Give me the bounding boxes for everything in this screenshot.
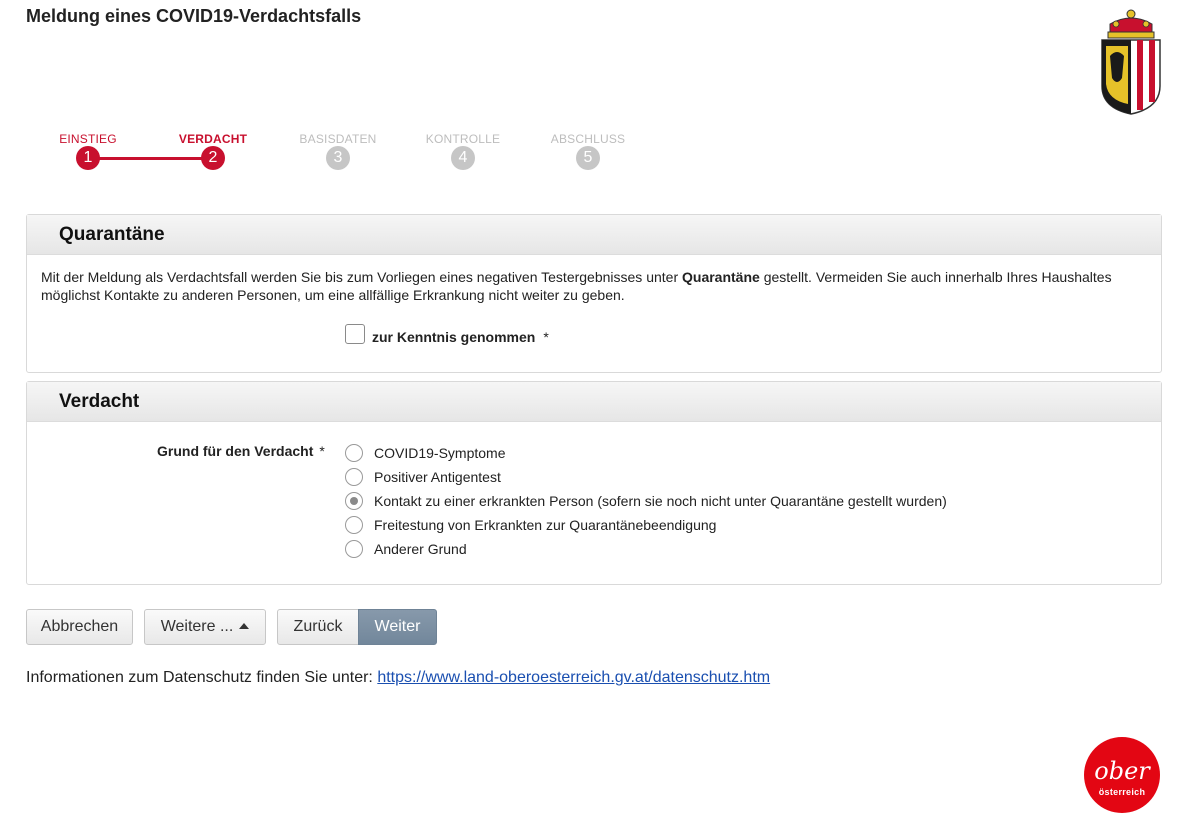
verdacht-panel: Verdacht Grund für den Verdacht * COVID19… — [26, 381, 1162, 585]
step-basisdaten: BASISDATEN 3 — [278, 126, 398, 170]
quarantaene-panel: Quarantäne Mit der Meldung als Verdachts… — [26, 214, 1162, 373]
ober-oesterreich-logo: ober österreich — [1084, 737, 1160, 813]
required-marker: * — [543, 329, 549, 345]
step-einstieg: EINSTIEG 1 — [28, 126, 148, 170]
privacy-link[interactable]: https://www.land-oberoesterreich.gv.at/d… — [377, 669, 770, 686]
step-verdacht: VERDACHT 2 — [153, 126, 273, 170]
logo-subtitle: österreich — [1098, 787, 1146, 797]
progress-stepper: EINSTIEG 1 VERDACHT 2 BASISDATEN 3 KONTR… — [0, 126, 700, 176]
caret-up-icon — [239, 623, 250, 629]
more-button-label: Weitere ... — [160, 618, 234, 635]
radio-button[interactable] — [345, 540, 363, 558]
radio-label[interactable]: Positiver Antigentest — [374, 469, 501, 485]
verdacht-heading: Verdacht — [27, 382, 1161, 422]
notice-text-start: Mit der Meldung als Verdachtsfall werden… — [41, 269, 682, 285]
radio-button[interactable] — [345, 444, 363, 462]
acknowledge-row: zur Kenntnis genommen * — [345, 323, 549, 345]
radio-option[interactable]: COVID19-Symptome — [345, 441, 947, 465]
step-number: 4 — [451, 146, 475, 170]
step-label: VERDACHT — [178, 132, 248, 146]
radio-button[interactable] — [345, 516, 363, 534]
radio-label[interactable]: Freitestung von Erkrankten zur Quarantän… — [374, 517, 716, 533]
page-title: Meldung eines COVID19-Verdachtsfalls — [26, 6, 362, 26]
next-button[interactable]: Weiter — [358, 609, 437, 645]
step-number: 1 — [76, 146, 100, 170]
radio-label[interactable]: Kontakt zu einer erkrankten Person (sofe… — [374, 493, 947, 509]
acknowledge-label[interactable]: zur Kenntnis genommen — [372, 329, 535, 345]
step-abschluss: ABSCHLUSS 5 — [528, 126, 648, 170]
step-label: EINSTIEG — [59, 132, 117, 146]
more-button[interactable]: Weitere ... — [144, 609, 266, 645]
step-label: BASISDATEN — [299, 132, 377, 146]
grund-label-text: Grund für den Verdacht — [157, 443, 314, 459]
logo-script: ober — [1094, 757, 1150, 785]
radio-button[interactable] — [345, 468, 363, 486]
privacy-notice: Informationen zum Datenschutz finden Sie… — [26, 669, 770, 687]
radio-label[interactable]: COVID19-Symptome — [374, 445, 505, 461]
step-label: ABSCHLUSS — [550, 132, 626, 146]
radio-option[interactable]: Freitestung von Erkrankten zur Quarantän… — [345, 513, 947, 537]
radio-label[interactable]: Anderer Grund — [374, 541, 467, 557]
step-number: 3 — [326, 146, 350, 170]
required-marker: * — [319, 443, 325, 459]
coat-of-arms-icon — [1101, 9, 1161, 115]
notice-text-bold: Quarantäne — [682, 269, 760, 285]
quarantaene-heading: Quarantäne — [27, 215, 1161, 255]
back-button[interactable]: Zurück — [277, 609, 359, 645]
step-number: 5 — [576, 146, 600, 170]
privacy-text: Informationen zum Datenschutz finden Sie… — [26, 669, 378, 686]
grund-radio-group: COVID19-Symptome Positiver Antigentest K… — [345, 441, 947, 561]
grund-field-label: Grund für den Verdacht * — [157, 443, 325, 459]
cancel-button[interactable]: Abbrechen — [26, 609, 133, 645]
step-label: KONTROLLE — [425, 132, 501, 146]
radio-button-selected[interactable] — [345, 492, 363, 510]
step-kontrolle: KONTROLLE 4 — [403, 126, 523, 170]
radio-option[interactable]: Kontakt zu einer erkrankten Person (sofe… — [345, 489, 947, 513]
radio-option[interactable]: Positiver Antigentest — [345, 465, 947, 489]
quarantaene-notice: Mit der Meldung als Verdachtsfall werden… — [41, 268, 1141, 304]
step-number: 2 — [201, 146, 225, 170]
acknowledge-checkbox[interactable] — [345, 324, 365, 344]
radio-option[interactable]: Anderer Grund — [345, 537, 947, 561]
